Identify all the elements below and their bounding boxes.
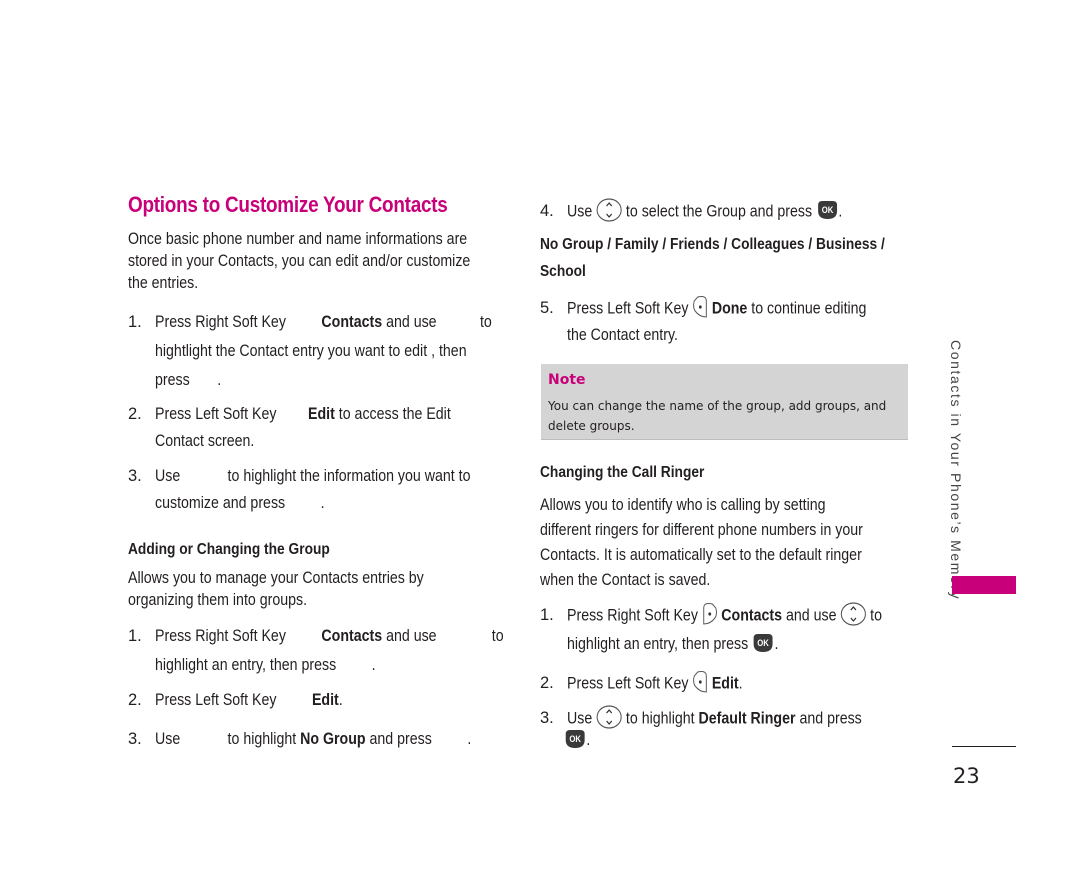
- footer-divider: [952, 746, 1016, 747]
- ok-key-icon: OK: [752, 632, 774, 654]
- right-soft-key-icon: [702, 602, 717, 626]
- left-soft-key-icon: [692, 670, 707, 694]
- ringer-steps: 1. Press Right Soft Key Contacts and use…: [540, 602, 920, 751]
- ringer-step-2: 2. Press Left Soft Key Edit.: [540, 670, 920, 694]
- group-step-2: 2. Press Left Soft Key Edit.: [128, 691, 343, 709]
- group-heading: Adding or Changing the Group: [128, 541, 330, 558]
- ok-key-icon: OK: [564, 728, 586, 750]
- group-step-5: 5. Press Left Soft Key Done to continue …: [540, 295, 920, 346]
- right-column: 4. Use to select the Group and press OK …: [540, 198, 920, 749]
- left-column: Options to Customize Your Contacts Once …: [128, 192, 508, 750]
- ringer-heading: Changing the Call Ringer: [540, 464, 705, 481]
- svg-text:OK: OK: [569, 733, 581, 744]
- nav-key-icon: [596, 705, 622, 729]
- svg-text:OK: OK: [821, 204, 833, 215]
- note-title: Note: [548, 372, 586, 388]
- edit-step-2: 2. Press Left Soft Key Edit to access th…: [128, 405, 451, 450]
- nav-key-icon: [596, 198, 622, 222]
- ok-key-icon: OK: [816, 199, 838, 221]
- section-tab-marker: [952, 576, 1016, 594]
- group-options: No Group / Family / Friends / Colleagues…: [540, 236, 885, 280]
- ringer-step-3: 3. Use to highlight Default Ringer and p…: [540, 705, 920, 751]
- edit-step-1: 1. Press Right Soft Key Contacts and use…: [128, 313, 492, 389]
- left-soft-key-icon: [692, 295, 707, 319]
- intro-paragraph: Once basic phone number and name informa…: [128, 230, 471, 292]
- svg-text:OK: OK: [758, 637, 770, 648]
- note-box: Note You can change the name of the grou…: [541, 364, 908, 440]
- group-step-4: 4. Use to select the Group and press OK …: [540, 198, 920, 222]
- page-title: Options to Customize Your Contacts: [128, 192, 448, 217]
- group-step-1: 1. Press Right Soft Key Contacts and use…: [128, 627, 504, 674]
- note-body: You can change the name of the group, ad…: [548, 399, 887, 433]
- edit-step-3: 3. Use to highlight the information you …: [128, 467, 471, 512]
- page-number: 23: [953, 764, 980, 788]
- nav-key-icon: [840, 602, 866, 626]
- group-step-3: 3. Use to highlight No Group and press .: [128, 730, 472, 748]
- group-intro: Allows you to manage your Contacts entri…: [128, 569, 424, 609]
- ringer-intro: Allows you to identify who is calling by…: [540, 496, 863, 589]
- section-side-label: Contacts in Your Phone’s Memory: [948, 340, 964, 601]
- ringer-step-1: 1. Press Right Soft Key Contacts and use…: [540, 602, 920, 655]
